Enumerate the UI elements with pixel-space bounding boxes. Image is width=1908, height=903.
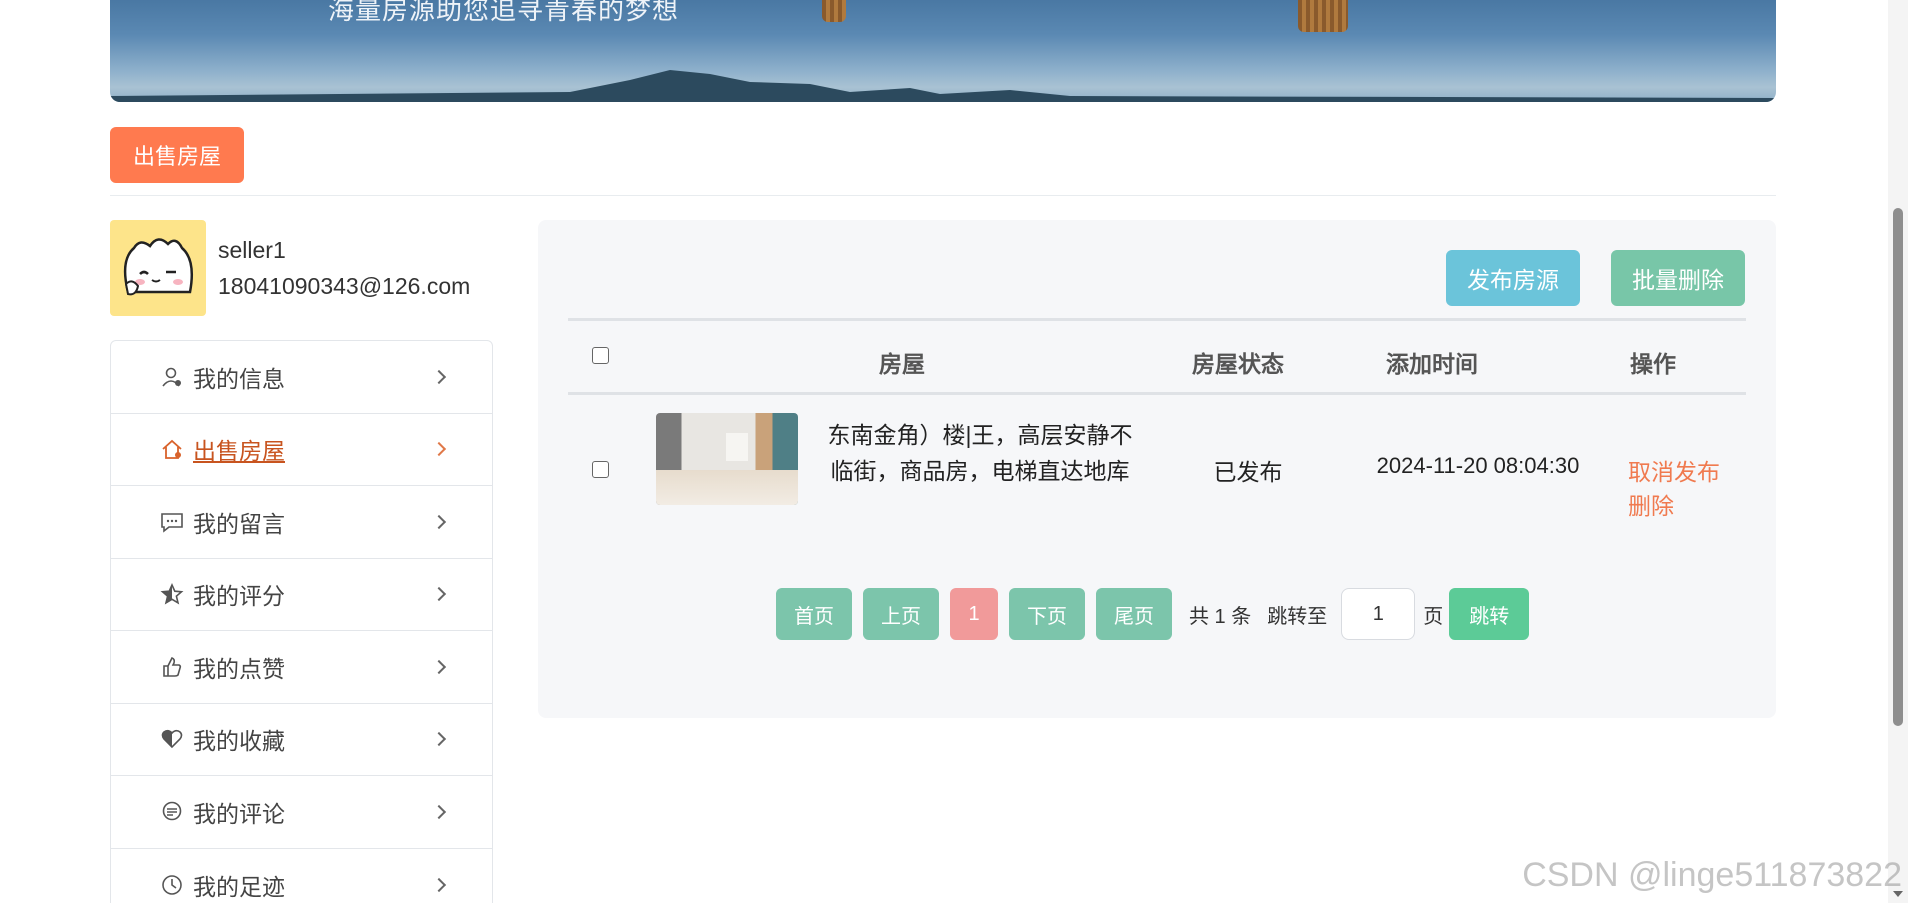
chevron-right-icon (431, 369, 447, 384)
house-added-time: 2024-11-20 08:04:30 (1376, 453, 1580, 478)
sidebar-item-label: 我的信息 (193, 365, 285, 392)
chevron-right-icon (431, 804, 447, 819)
first-page-button[interactable]: 首页 (776, 588, 852, 640)
chevron-right-icon (431, 514, 447, 529)
chevron-right-icon (431, 587, 447, 602)
jump-to-label: 跳转至 (1267, 605, 1328, 628)
table-header: 房屋 房屋状态 添加时间 操作 (568, 318, 1746, 395)
sidebar-item-my-info[interactable]: 我的信息 (111, 341, 492, 414)
chevron-right-icon (431, 732, 447, 747)
sidebar-item-label: 我的留言 (193, 510, 285, 537)
sidebar-item-my-comments[interactable]: 我的评论 (111, 776, 492, 849)
house-title[interactable]: 东南金角）楼|王，高层安静不临街，商品房，电梯直达地库 (820, 417, 1140, 489)
scrollbar-thumb[interactable] (1893, 208, 1903, 726)
banner-slogan: 海量房源助您追寻青春的梦想 (328, 0, 680, 25)
house-icon (159, 436, 185, 462)
page-unit-label: 页 (1423, 605, 1444, 628)
sell-house-tab[interactable]: 出售房屋 (110, 127, 244, 183)
listing-table: 房屋 房屋状态 添加时间 操作 东南金角）楼|王，高层安静不临街，商品房，电梯直… (568, 318, 1746, 543)
house-status: 已发布 (1213, 459, 1283, 485)
message-icon (159, 509, 185, 535)
sidebar-item-label: 我的评论 (193, 800, 285, 827)
profile-email: 18041090343@126.com (218, 273, 471, 299)
house-thumbnail[interactable] (656, 413, 798, 505)
pagination: 首页 上页 1 下页 尾页 共 1 条 跳转至 页 跳转 (776, 588, 1530, 640)
next-page-button[interactable]: 下页 (1009, 588, 1085, 640)
user-icon (159, 364, 185, 390)
sidebar-item-my-favorites[interactable]: 我的收藏 (111, 704, 492, 776)
thumbs-up-icon (159, 654, 185, 680)
balloon-icon (1298, 0, 1348, 32)
table-row: 东南金角）楼|王，高层安静不临街，商品房，电梯直达地库 已发布 2024-11-… (568, 395, 1746, 543)
row-operations: 取消发布 删除 (1628, 453, 1746, 521)
select-all-checkbox[interactable] (592, 347, 609, 364)
chevron-right-icon (431, 877, 447, 892)
sidebar-item-label: 我的足迹 (193, 873, 285, 900)
watermark: CSDN @linge511873822 (1522, 856, 1902, 894)
publish-listing-button[interactable]: 发布房源 (1446, 250, 1580, 306)
chevron-right-icon (431, 442, 447, 457)
sidebar-item-my-ratings[interactable]: 我的评分 (111, 559, 492, 631)
delete-link[interactable]: 删除 (1628, 493, 1674, 519)
avatar-cat-icon (123, 238, 193, 296)
sidebar-item-label: 我的收藏 (193, 728, 285, 755)
sidebar-item-my-history[interactable]: 我的足迹 (111, 849, 492, 903)
current-page-button[interactable]: 1 (950, 588, 998, 640)
unpublish-link[interactable]: 取消发布 (1628, 459, 1720, 485)
page-number-input[interactable] (1341, 588, 1416, 640)
last-page-button[interactable]: 尾页 (1096, 588, 1172, 640)
chevron-right-icon (431, 659, 447, 674)
avatar (110, 220, 206, 316)
divider (110, 195, 1776, 196)
prev-page-button[interactable]: 上页 (863, 588, 939, 640)
sidebar-item-sell-house[interactable]: 出售房屋 (111, 414, 492, 486)
scrollbar[interactable] (1888, 0, 1908, 903)
heart-icon (159, 726, 185, 752)
header-operations: 操作 (1630, 351, 1676, 377)
jump-button[interactable]: 跳转 (1449, 588, 1530, 640)
header-added-time: 添加时间 (1386, 351, 1478, 377)
sidebar-menu: 我的信息 出售房屋 我的留言 我的评分 我的点赞 我的收藏 我的评论 我的足迹 (110, 340, 493, 903)
batch-delete-button[interactable]: 批量删除 (1611, 250, 1745, 306)
sidebar-item-my-messages[interactable]: 我的留言 (111, 486, 492, 559)
comment-icon (159, 799, 185, 825)
total-count: 共 1 条 (1189, 605, 1252, 628)
header-status: 房屋状态 (1192, 351, 1284, 377)
mountains-icon (110, 70, 1776, 102)
clock-icon (159, 872, 185, 898)
star-icon (159, 581, 185, 607)
balloon-icon (822, 0, 846, 22)
sidebar-item-label: 我的评分 (193, 583, 285, 610)
content-panel: 发布房源 批量删除 房屋 房屋状态 添加时间 操作 东南金角）楼|王，高层安静不… (538, 220, 1776, 718)
sidebar-item-label: 出售房屋 (193, 438, 285, 465)
sidebar-item-label: 我的点赞 (193, 655, 285, 682)
page: 海量房源助您追寻青春的梦想 出售房屋 seller1 18041090343@1… (0, 0, 1908, 903)
sidebar-item-my-likes[interactable]: 我的点赞 (111, 631, 492, 704)
header-house: 房屋 (879, 351, 925, 377)
row-checkbox[interactable] (592, 461, 609, 478)
hero-banner: 海量房源助您追寻青春的梦想 (110, 0, 1776, 102)
profile-username: seller1 (218, 237, 286, 263)
